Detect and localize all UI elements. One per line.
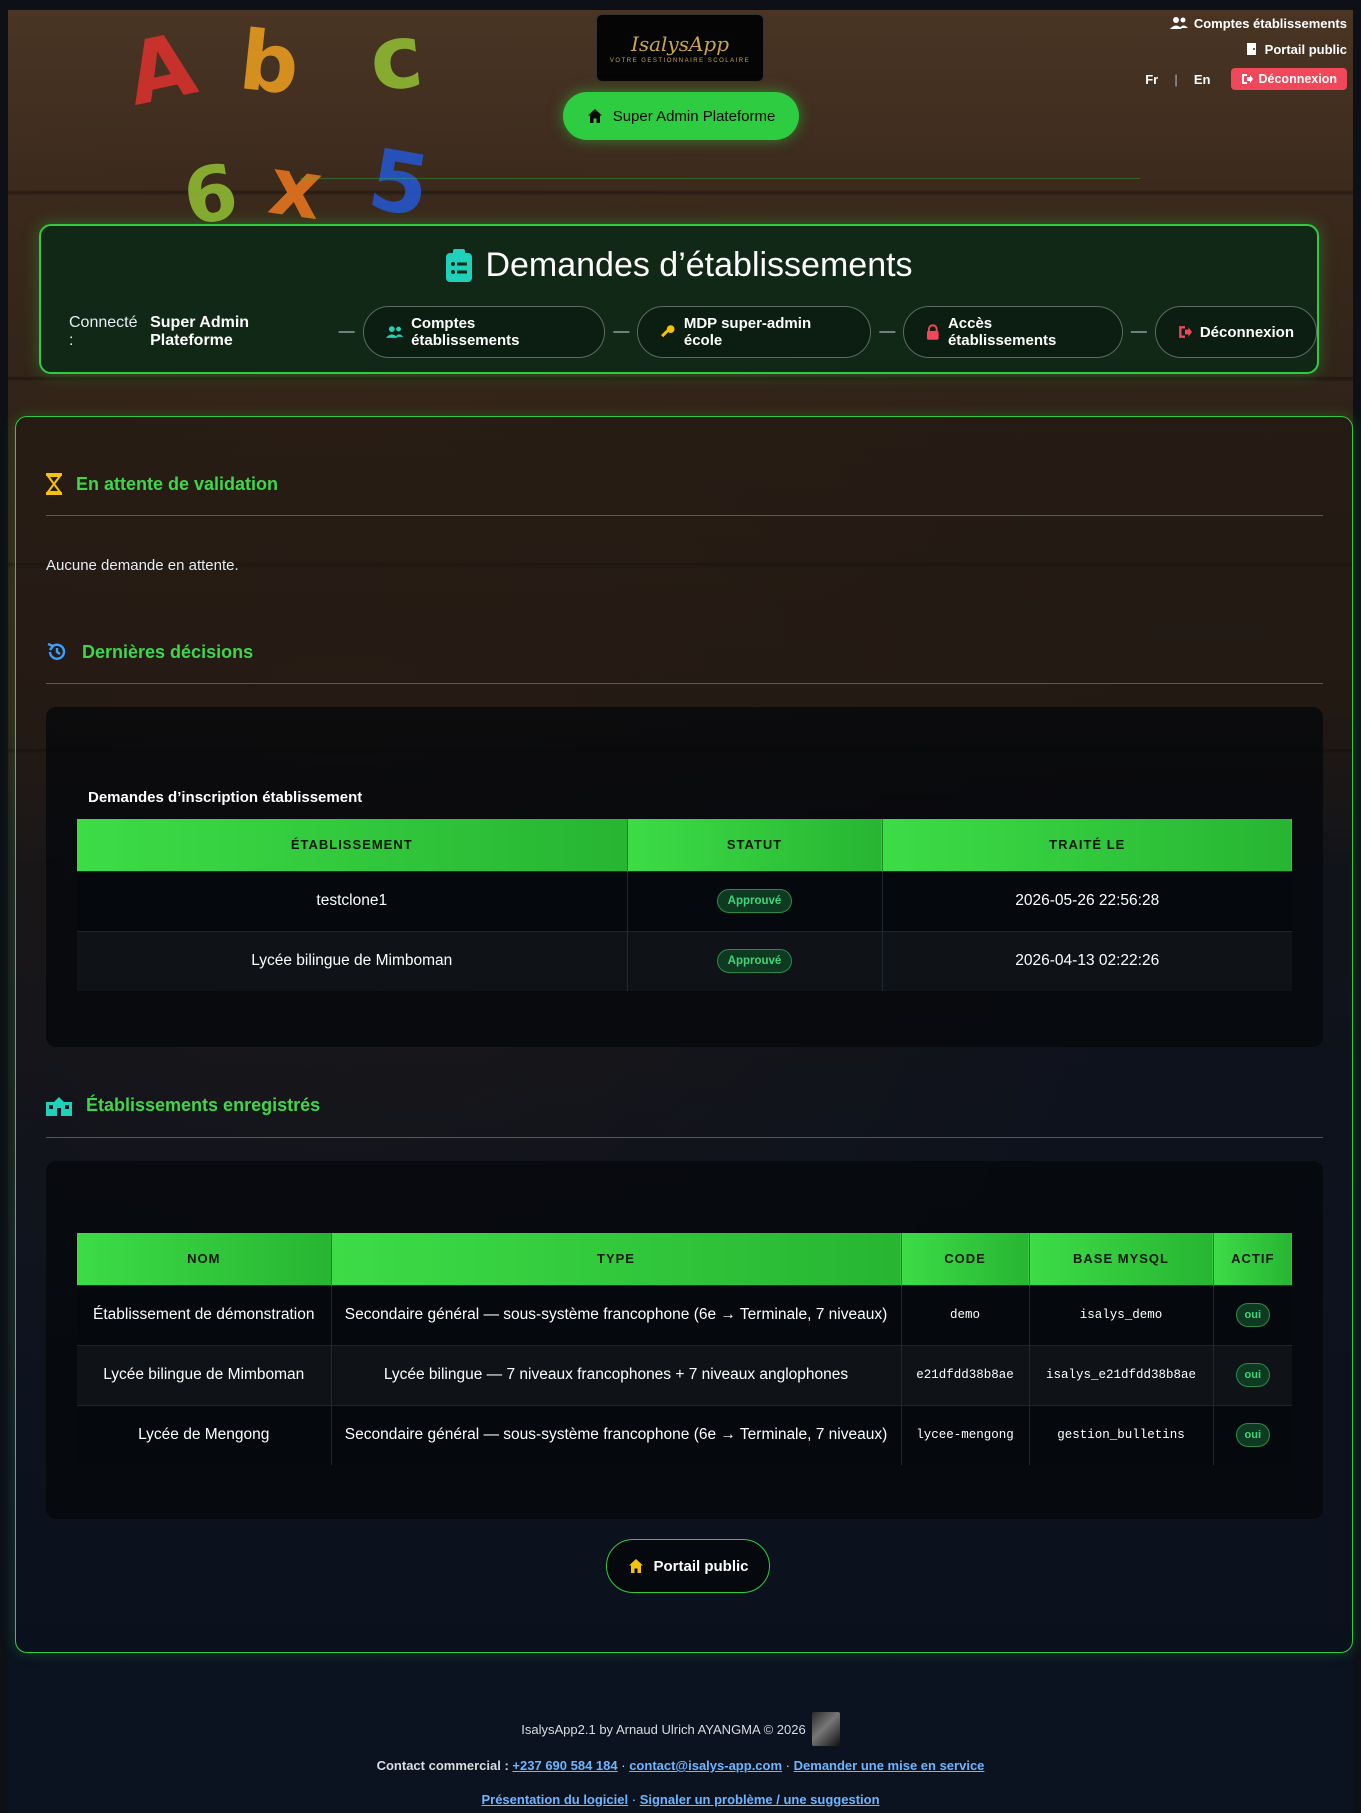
page-title: Demandes d’établissements (485, 246, 913, 284)
column-header[interactable]: TYPE (331, 1233, 902, 1285)
table-row: Lycée de Mengong Secondaire général — so… (77, 1404, 1292, 1465)
header-divider (300, 178, 1140, 179)
connected-nav-row: Connecté : Super Admin Plateforme — Comp… (69, 306, 1317, 358)
status-badge: Approuvé (716, 889, 793, 913)
presentation-link[interactable]: Présentation du logiciel (481, 1792, 628, 1807)
nav-logout-button[interactable]: Déconnexion (1154, 306, 1317, 358)
cell-db: gestion_bulletins (1029, 1404, 1214, 1465)
footer-credit: IsalysApp2.1 by Arnaud Ulrich AYANGMA © … (8, 1712, 1353, 1746)
decor-letter: A (118, 14, 205, 126)
report-issue-link[interactable]: Signaler un problème / une suggestion (640, 1792, 880, 1807)
decisions-section-title: Dernières décisions (46, 641, 253, 663)
super-admin-home-button[interactable]: Super Admin Plateforme (563, 92, 799, 140)
logo-tagline: VOTRE GESTIONNAIRE SCOLAIRE (609, 58, 751, 64)
cell-establishment: testclone1 (77, 870, 628, 931)
top-link-accounts[interactable]: Comptes établissements (1145, 10, 1347, 36)
lang-separator: | (1174, 71, 1178, 87)
cell-date: 2026-05-26 22:56:28 (882, 870, 1292, 931)
active-badge: oui (1235, 1423, 1270, 1448)
status-badge: Approuvé (716, 949, 793, 974)
active-badge: oui (1235, 1303, 1270, 1327)
cell-code: lycee-mengong (901, 1404, 1030, 1465)
column-header[interactable]: BASE MYSQL (1029, 1233, 1214, 1285)
nav-accounts-button[interactable]: Comptes établissements (362, 306, 606, 358)
cell-code: demo (901, 1284, 1030, 1345)
registered-section-title: Établissements enregistrés (46, 1095, 320, 1116)
top-link-portal[interactable]: Portail public (1145, 36, 1347, 62)
email-link[interactable]: contact@isalys-app.com (629, 1758, 782, 1773)
registered-table: NOM TYPE CODE BASE MYSQL ACTIF Établisse… (77, 1233, 1292, 1465)
nav-password-button[interactable]: MDP super-admin école (637, 306, 872, 358)
cell-code: e21dfdd38b8ae (901, 1344, 1030, 1405)
decisions-panel: Demandes d’inscription établissement ÉTA… (46, 707, 1323, 1047)
registered-panel: NOM TYPE CODE BASE MYSQL ACTIF Établisse… (46, 1161, 1323, 1519)
cell-db: isalys_demo (1029, 1284, 1214, 1345)
decor-letter: c (364, 10, 428, 112)
door-icon (1246, 43, 1256, 55)
active-badge: oui (1235, 1363, 1270, 1387)
users-icon (385, 326, 404, 338)
home-icon (587, 109, 602, 123)
column-header[interactable]: TRAITÉ LE (882, 819, 1292, 871)
pending-section-title: En attente de validation (46, 473, 278, 495)
history-icon (47, 642, 66, 660)
home-pill-label: Super Admin Plateforme (612, 107, 776, 125)
table-header-row: ÉTABLISSEMENT STATUT TRAITÉ LE (77, 819, 1292, 871)
cell-name: Établissement de démonstration (77, 1284, 332, 1345)
lock-icon (927, 324, 939, 340)
pending-empty-message: Aucune demande en attente. (46, 557, 239, 574)
cell-type: Secondaire général — sous-système franco… (331, 1284, 902, 1345)
table-row: testclone1 Approuvé 2026-05-26 22:56:28 (77, 870, 1292, 931)
lang-fr[interactable]: Fr (1145, 72, 1158, 87)
footer-links: Présentation du logiciel · Signaler un p… (481, 1792, 880, 1807)
logo-mark: IsalysApp (630, 32, 730, 56)
column-header[interactable]: CODE (901, 1233, 1030, 1285)
lang-row: Fr | En Déconnexion (1145, 66, 1347, 92)
key-icon (661, 325, 675, 338)
public-portal-button[interactable]: Portail public (606, 1539, 770, 1593)
table-row: Établissement de démonstration Secondair… (77, 1284, 1292, 1345)
users-icon (1169, 17, 1188, 29)
footer-contact: Contact commercial : +237 690 584 184 · … (376, 1758, 985, 1773)
lang-en[interactable]: En (1194, 72, 1211, 87)
phone-link[interactable]: +237 690 584 184 (512, 1758, 617, 1773)
column-header[interactable]: ACTIF (1213, 1233, 1292, 1285)
cell-name: Lycée de Mengong (77, 1404, 332, 1465)
decisions-table: ÉTABLISSEMENT STATUT TRAITÉ LE testclone… (77, 819, 1292, 991)
table-header-row: NOM TYPE CODE BASE MYSQL ACTIF (77, 1233, 1292, 1285)
cell-date: 2026-04-13 02:22:26 (882, 930, 1292, 991)
author-avatar (811, 1712, 840, 1746)
top-logout-button[interactable]: Déconnexion (1230, 68, 1347, 90)
page-title-row: Demandes d’établissements (41, 246, 1317, 285)
connected-user: Super Admin Plateforme (150, 314, 250, 349)
decor-letter: b (235, 13, 304, 114)
connected-label: Connecté : (69, 314, 138, 349)
column-header[interactable]: ÉTABLISSEMENT (77, 819, 628, 871)
page-header-card: Demandes d’établissements Connecté : Sup… (39, 224, 1319, 374)
school-icon (46, 1096, 72, 1116)
top-right-menu: Comptes établissements Portail public Fr… (1145, 10, 1347, 92)
service-request-link[interactable]: Demander une mise en service (794, 1758, 985, 1773)
column-header[interactable]: NOM (77, 1233, 332, 1285)
cell-name: Lycée bilingue de Mimboman (77, 1344, 332, 1405)
table-row: Lycée bilingue de Mimboman Lycée bilingu… (77, 1344, 1292, 1405)
hourglass-icon (46, 473, 62, 495)
decisions-table-caption: Demandes d’inscription établissement (88, 789, 363, 806)
main-content: En attente de validation Aucune demande … (15, 416, 1353, 1653)
cell-establishment: Lycée bilingue de Mimboman (77, 930, 628, 991)
cell-type: Lycée bilingue — 7 niveaux francophones … (331, 1344, 902, 1405)
clipboard-icon (446, 248, 473, 282)
home-icon (629, 1559, 644, 1573)
sign-out-icon (1178, 326, 1192, 338)
cell-type: Secondaire général — sous-système franco… (331, 1404, 902, 1465)
app-logo[interactable]: IsalysApp VOTRE GESTIONNAIRE SCOLAIRE (596, 14, 764, 82)
table-row: Lycée bilingue de Mimboman Approuvé 2026… (77, 930, 1292, 991)
sign-out-icon (1241, 74, 1253, 84)
decor-letter: 5 (361, 129, 437, 237)
cell-db: isalys_e21dfdd38b8ae (1029, 1344, 1214, 1405)
column-header[interactable]: STATUT (627, 819, 883, 871)
nav-access-button[interactable]: Accès établissements (903, 306, 1123, 358)
